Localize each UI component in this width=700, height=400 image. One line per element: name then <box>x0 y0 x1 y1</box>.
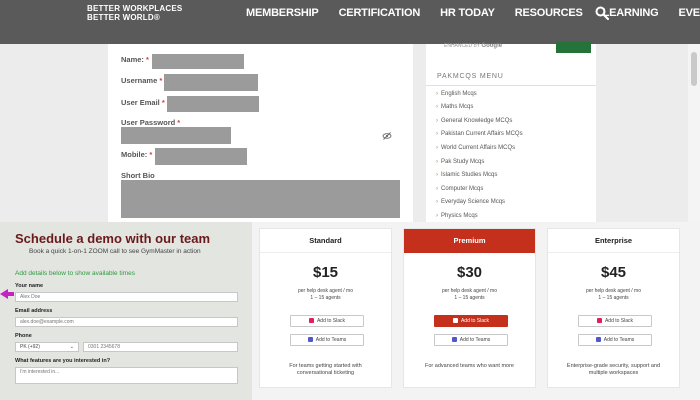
email-field[interactable] <box>167 96 259 112</box>
teams-icon <box>307 336 313 342</box>
plan-agents: 1 – 15 agents <box>598 295 629 301</box>
slack-icon <box>452 317 458 323</box>
plan-card-standard: Standard $15 per help desk agent / mo 1 … <box>259 228 392 388</box>
username-label: Username * <box>121 76 163 85</box>
eye-slash-icon[interactable] <box>382 131 392 141</box>
demo-title: Schedule a demo with our team <box>15 231 211 246</box>
sidebar-item-pak-study[interactable]: › Pak Study Mcqs <box>436 159 484 165</box>
sidebar-item-everyday-science[interactable]: › Everyday Science Mcqs <box>436 199 505 205</box>
name-label: Name: * <box>121 55 149 64</box>
logo-line-2: BETTER WORLD® <box>87 13 160 22</box>
mobile-label: Mobile: * <box>121 150 153 159</box>
add-to-teams-button[interactable]: Add to Teams <box>434 334 508 346</box>
phone-number-input[interactable] <box>83 342 238 352</box>
add-to-slack-button[interactable]: Add to Slack <box>434 315 508 327</box>
your-name-label: Your name <box>15 283 44 289</box>
top-navigation-bar: BETTER WORKPLACES BETTER WORLD® MEMBERSH… <box>0 0 700 44</box>
plan-name: Standard <box>260 229 391 253</box>
chevron-down-icon: ⌄ <box>69 344 74 350</box>
sidebar-item-islamic-studies[interactable]: › Islamic Studies Mcqs <box>436 172 497 178</box>
email-address-input[interactable] <box>15 317 238 327</box>
sidebar-item-computer[interactable]: › Computer Mcqs <box>436 186 483 192</box>
plan-per-unit: per help desk agent / mo <box>585 288 642 294</box>
password-label: User Password * <box>121 118 181 127</box>
sidebar-item-general-knowledge[interactable]: › General Knowledge MCQs <box>436 118 512 124</box>
plan-card-premium: Premium $30 per help desk agent / mo 1 –… <box>403 228 536 388</box>
name-field[interactable] <box>152 54 244 69</box>
your-name-input[interactable] <box>15 292 238 302</box>
site-logo[interactable]: BETTER WORKPLACES BETTER WORLD® <box>87 4 182 22</box>
sidebar-item-world-current-affairs[interactable]: › World Current Affairs MCQs <box>436 145 515 151</box>
nav-item-membership[interactable]: MEMBERSHIP <box>246 7 319 19</box>
features-textarea[interactable] <box>15 367 238 384</box>
pointer-arrow-icon <box>0 289 14 299</box>
plan-description: For advanced teams who want more <box>425 363 514 369</box>
demo-instruction: Add details below to show available time… <box>15 270 135 277</box>
email-address-label: Email address <box>15 308 53 314</box>
plan-card-enterprise: Enterprise $45 per help desk agent / mo … <box>547 228 680 388</box>
sidebar-item-physics[interactable]: › Physics Mcqs <box>436 213 478 219</box>
mobile-field[interactable] <box>155 148 247 165</box>
plan-name: Premium <box>404 229 535 253</box>
demo-subtitle: Book a quick 1-on-1 ZOOM call to see Gym… <box>29 248 201 255</box>
sidebar-item-pakistan-current-affairs[interactable]: › Pakistan Current Affairs MCQs <box>436 131 523 137</box>
password-field[interactable] <box>121 127 231 144</box>
nav-item-events[interactable]: EVENTS <box>678 7 700 19</box>
add-to-slack-button[interactable]: Add to Slack <box>578 315 652 327</box>
slack-icon <box>308 317 314 323</box>
search-submit-button[interactable] <box>556 42 591 53</box>
add-to-teams-button[interactable]: Add to Teams <box>290 334 364 346</box>
plan-per-unit: per help desk agent / mo <box>297 288 354 294</box>
search-icon[interactable] <box>595 6 609 20</box>
plan-price: $15 <box>312 264 339 281</box>
plan-price: $45 <box>600 264 627 281</box>
sidebar-item-maths[interactable]: › Maths Mcqs <box>436 104 473 110</box>
phone-label: Phone <box>15 333 32 339</box>
enhanced-by-google: ENHANCED BY Google <box>444 43 503 49</box>
plan-price: $30 <box>456 264 483 281</box>
sidebar-divider <box>426 85 596 86</box>
short-bio-label: Short Bio <box>121 171 155 180</box>
phone-country-select[interactable]: PK (+92) ⌄ <box>15 342 79 352</box>
plan-description: For teams getting started with conversati… <box>289 363 362 376</box>
plan-name: Enterprise <box>548 229 679 253</box>
teams-icon <box>595 336 601 342</box>
sidebar-menu-title: PAKMCQS MENU <box>437 73 504 80</box>
add-to-slack-button[interactable]: Add to Slack <box>290 315 364 327</box>
slack-icon <box>596 317 602 323</box>
username-field[interactable] <box>164 74 258 91</box>
nav-item-certification[interactable]: CERTIFICATION <box>339 7 421 19</box>
plan-per-unit: per help desk agent / mo <box>441 288 498 294</box>
plan-agents: 1 – 15 agents <box>454 295 485 301</box>
logo-line-1: BETTER WORKPLACES <box>87 4 183 13</box>
main-nav-menu: MEMBERSHIP CERTIFICATION HR TODAY RESOUR… <box>246 7 700 19</box>
short-bio-textarea[interactable] <box>121 180 400 218</box>
features-label: What features are you interested in? <box>15 358 111 364</box>
nav-item-resources[interactable]: RESOURCES <box>515 7 583 19</box>
plan-agents: 1 – 15 agents <box>310 295 341 301</box>
sidebar-item-english[interactable]: › English Mcqs <box>436 91 477 97</box>
add-to-teams-button[interactable]: Add to Teams <box>578 334 652 346</box>
teams-icon <box>451 336 457 342</box>
nav-item-hr-today[interactable]: HR TODAY <box>440 7 495 19</box>
email-label: User Email * <box>121 98 165 107</box>
plan-description: Enterprise-grade security, support and mu… <box>566 363 661 376</box>
nav-item-learning[interactable]: LEARNING <box>603 7 659 19</box>
scrollbar-thumb[interactable] <box>691 52 697 86</box>
